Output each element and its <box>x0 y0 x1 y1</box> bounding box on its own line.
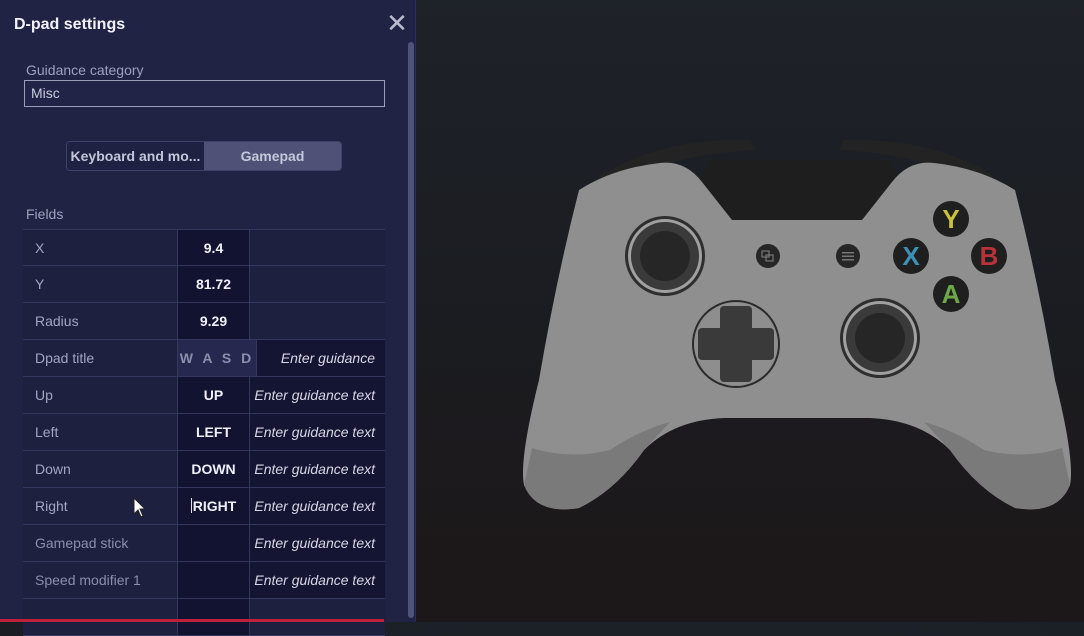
guidance-text-input[interactable]: Enter guidance text <box>250 414 385 450</box>
face-button-a[interactable]: A <box>933 276 969 312</box>
guidance-category-input[interactable]: Misc <box>24 80 385 107</box>
gamepad-illustration: Y X B A <box>523 139 1071 510</box>
field-value-text: RIGHT <box>192 498 237 514</box>
field-value-input[interactable]: RIGHT <box>178 488 250 524</box>
field-row-radius: Radius 9.29 <box>23 303 385 340</box>
menu-button[interactable] <box>836 244 860 268</box>
field-name: Radius <box>23 303 178 339</box>
close-icon[interactable]: ✕ <box>386 10 408 36</box>
field-name: Dpad title <box>23 340 178 376</box>
guidance-text-input[interactable]: Enter guidance text <box>250 377 385 413</box>
panel-scrollbar[interactable] <box>408 42 414 618</box>
field-value-input[interactable]: DOWN <box>178 451 250 487</box>
guidance-text-input[interactable]: Enter guidance text <box>250 525 385 561</box>
field-guidance <box>250 303 385 339</box>
field-value-input[interactable]: LEFT <box>178 414 250 450</box>
face-button-b[interactable]: B <box>971 238 1007 274</box>
face-button-y[interactable]: Y <box>933 201 969 237</box>
field-value: W A S D <box>178 340 257 376</box>
field-row-dpad-title: Dpad title W A S D Enter guidance text <box>23 340 385 402</box>
field-value-input[interactable]: 9.29 <box>178 303 250 339</box>
field-row-y: Y 81.72 <box>23 266 385 303</box>
field-guidance <box>250 599 385 635</box>
left-stick[interactable] <box>625 216 705 296</box>
input-mode-toggle: Keyboard and mo... Gamepad <box>66 141 342 171</box>
fields-table: X 9.4 Y 81.72 Radius 9.29 Dpad title W A… <box>23 229 385 636</box>
field-name: X <box>23 230 178 265</box>
field-name: Left <box>23 414 178 450</box>
field-row-gamepad-stick: Gamepad stick Enter guidance text <box>23 525 385 562</box>
field-name: Up <box>23 377 178 413</box>
field-row-x: X 9.4 <box>23 229 385 266</box>
field-row-down: Down DOWN Enter guidance text <box>23 451 385 488</box>
field-row-up: Up UP Enter guidance text <box>23 377 385 414</box>
field-name: Gamepad stick <box>23 525 178 561</box>
view-button[interactable] <box>756 244 780 268</box>
field-row-speed-modifier-1: Speed modifier 1 Enter guidance text <box>23 562 385 599</box>
field-value-input[interactable] <box>178 599 250 635</box>
field-name: Y <box>23 266 178 302</box>
face-button-x[interactable]: X <box>893 238 929 274</box>
guidance-text-input[interactable]: Enter guidance text <box>250 562 385 598</box>
field-row-left: Left LEFT Enter guidance text <box>23 414 385 451</box>
field-value-input[interactable] <box>178 525 250 561</box>
field-row-partial <box>23 599 385 636</box>
svg-text:X: X <box>902 241 920 271</box>
field-value-input[interactable]: 81.72 <box>178 266 250 302</box>
guidance-category-label: Guidance category <box>26 62 144 78</box>
svg-text:B: B <box>980 241 999 271</box>
fields-label: Fields <box>26 206 64 222</box>
field-name: Down <box>23 451 178 487</box>
mouse-pointer-icon <box>133 497 147 518</box>
guidance-text-input[interactable]: Enter guidance text <box>257 340 385 402</box>
field-guidance <box>250 266 385 302</box>
field-row-right: Right RIGHT Enter guidance text <box>23 488 385 525</box>
field-name <box>23 599 178 635</box>
dpad-settings-panel: D-pad settings ✕ Guidance category Misc … <box>0 0 416 636</box>
field-value-input[interactable]: UP <box>178 377 250 413</box>
text-caret <box>190 498 192 513</box>
tab-gamepad[interactable]: Gamepad <box>204 142 341 170</box>
scrollbar-thumb[interactable] <box>408 42 414 618</box>
right-stick[interactable] <box>840 298 920 378</box>
guidance-text-input[interactable]: Enter guidance text <box>250 451 385 487</box>
field-guidance <box>250 230 385 265</box>
field-name: Right <box>23 488 178 524</box>
field-name: Speed modifier 1 <box>23 562 178 598</box>
field-value-input[interactable] <box>178 562 250 598</box>
svg-text:Y: Y <box>942 204 959 234</box>
panel-title: D-pad settings <box>14 16 126 33</box>
svg-text:A: A <box>942 279 961 309</box>
dpad[interactable] <box>692 300 780 388</box>
field-value-input[interactable]: 9.4 <box>178 230 250 265</box>
guidance-text-input[interactable]: Enter guidance text <box>250 488 385 524</box>
tab-keyboard-and-mouse[interactable]: Keyboard and mo... <box>67 142 204 170</box>
